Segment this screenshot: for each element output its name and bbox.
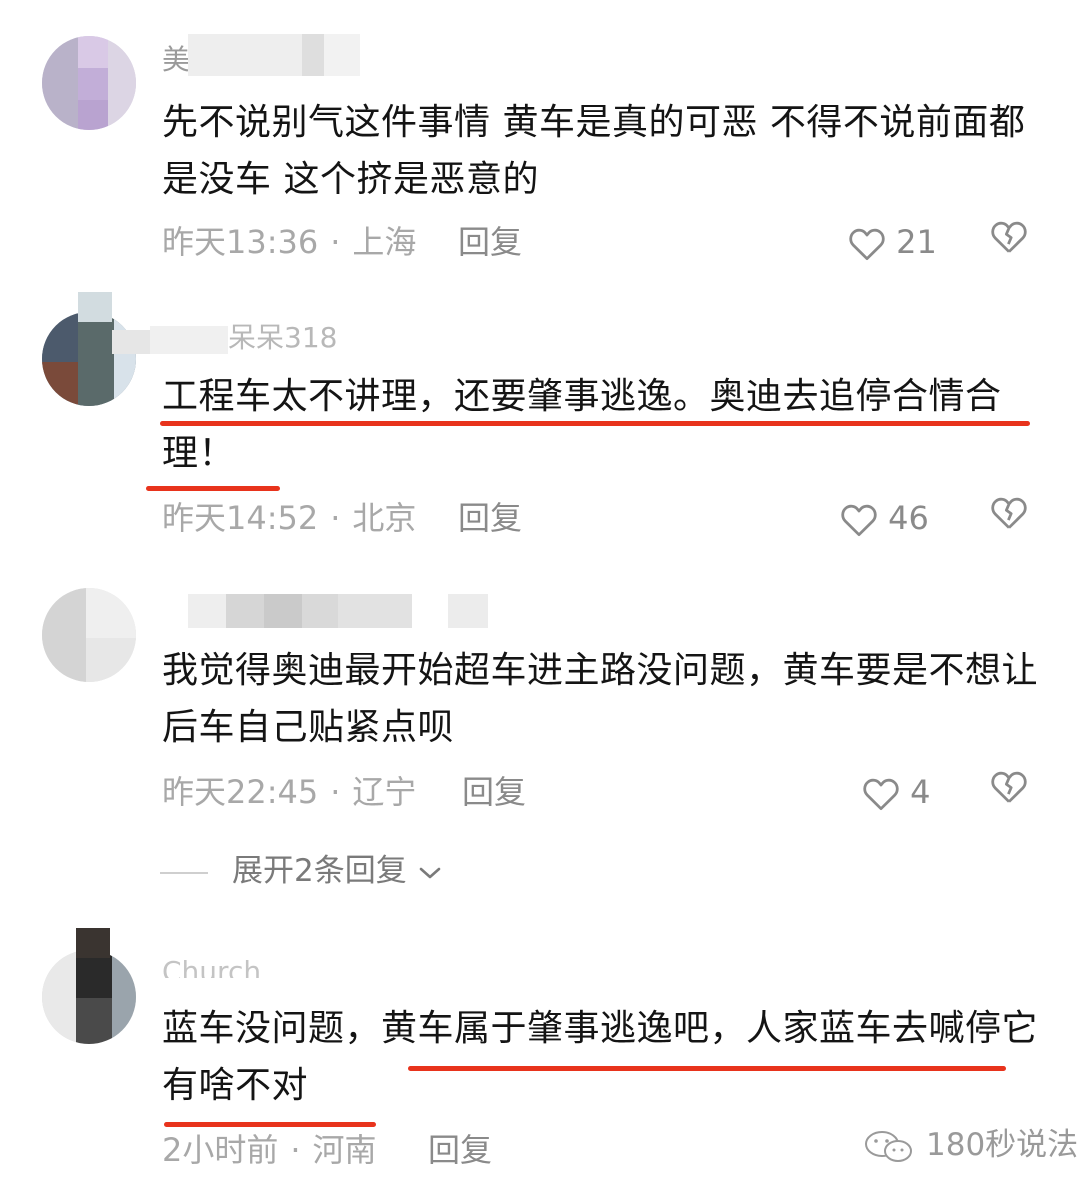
username-mosaic (264, 594, 302, 628)
reply-button[interactable]: 回复 (458, 220, 522, 264)
username-mosaic (78, 292, 112, 322)
comment-location: 北京 (352, 499, 417, 537)
heart-outline-icon (862, 773, 900, 811)
username-mosaic (112, 330, 150, 354)
watermark-text: 180秒说法 (926, 1127, 1079, 1163)
comment-location: 上海 (352, 223, 417, 261)
comment-text: 蓝车没问题，黄车属于肇事逃逸吧，人家蓝车去喊停它有啥不对 (162, 1008, 1039, 1106)
comment-meta: 昨天13:36 · 上海 (162, 223, 417, 261)
reply-button[interactable]: 回复 (428, 1128, 492, 1172)
comment-time: 2小时前 (162, 1131, 279, 1169)
like-button[interactable]: 21 (848, 220, 937, 264)
highlight-underline (164, 1122, 376, 1127)
divider (160, 871, 208, 874)
wechat-icon (862, 1127, 926, 1163)
comment-meta: 昨天14:52 · 北京 (162, 499, 417, 537)
username-mosaic (324, 34, 360, 76)
comment-time: 昨天13:36 (162, 223, 319, 261)
dislike-button[interactable] (990, 770, 1030, 814)
reply-button[interactable]: 回复 (458, 496, 522, 540)
like-button[interactable]: 46 (840, 496, 929, 540)
highlight-underline (160, 421, 1030, 426)
username-mosaic (188, 594, 226, 628)
avatar[interactable] (42, 312, 136, 406)
avatar[interactable] (42, 36, 136, 130)
username-mosaic (76, 928, 110, 958)
dislike-button[interactable] (990, 220, 1030, 264)
comment-time: 昨天14:52 (162, 499, 319, 537)
like-button[interactable]: 4 (862, 770, 931, 814)
username-mosaic (150, 326, 228, 354)
avatar[interactable] (42, 950, 136, 1044)
heart-outline-icon (848, 223, 886, 261)
username[interactable]: 呆呆318 (228, 318, 337, 358)
avatar[interactable] (42, 588, 136, 682)
comment-text: 我觉得奥迪最开始超车进主路没问题，黄车要是不想让后车自己贴紧点呗 (162, 650, 1039, 748)
dislike-button[interactable] (990, 496, 1030, 540)
expand-replies-label: 展开2条回复 (232, 853, 407, 889)
username-mosaic (226, 594, 264, 628)
heart-outline-icon (840, 499, 878, 537)
comment-location: 河南 (312, 1131, 377, 1169)
like-count: 21 (896, 223, 937, 261)
broken-heart-icon (990, 497, 1028, 529)
broken-heart-icon (990, 221, 1028, 253)
comment-text: 先不说别气这件事情 黄车是真的可恶 不得不说前面都是没车 这个挤是恶意的 (162, 102, 1026, 200)
expand-replies-button[interactable]: 展开2条回复 (160, 848, 443, 894)
comment-location: 辽宁 (352, 773, 417, 811)
username[interactable]: Church (162, 946, 261, 978)
comment-meta: 昨天22:45 · 辽宁 (162, 773, 417, 811)
reply-button[interactable]: 回复 (462, 770, 526, 814)
username-mosaic (302, 594, 338, 628)
broken-heart-icon (990, 771, 1028, 803)
like-count: 4 (910, 773, 931, 811)
like-count: 46 (888, 499, 929, 537)
highlight-underline (408, 1066, 1006, 1071)
highlight-underline (146, 486, 280, 491)
comment-time: 昨天22:45 (162, 773, 319, 811)
username-mosaic (302, 34, 324, 76)
comment-meta: 2小时前 · 河南 (162, 1131, 377, 1169)
username-mosaic (338, 594, 412, 628)
username-mosaic (188, 34, 302, 76)
watermark: 180秒说法 (862, 1122, 1078, 1168)
username-mosaic (448, 594, 488, 628)
chevron-down-icon (417, 853, 443, 889)
